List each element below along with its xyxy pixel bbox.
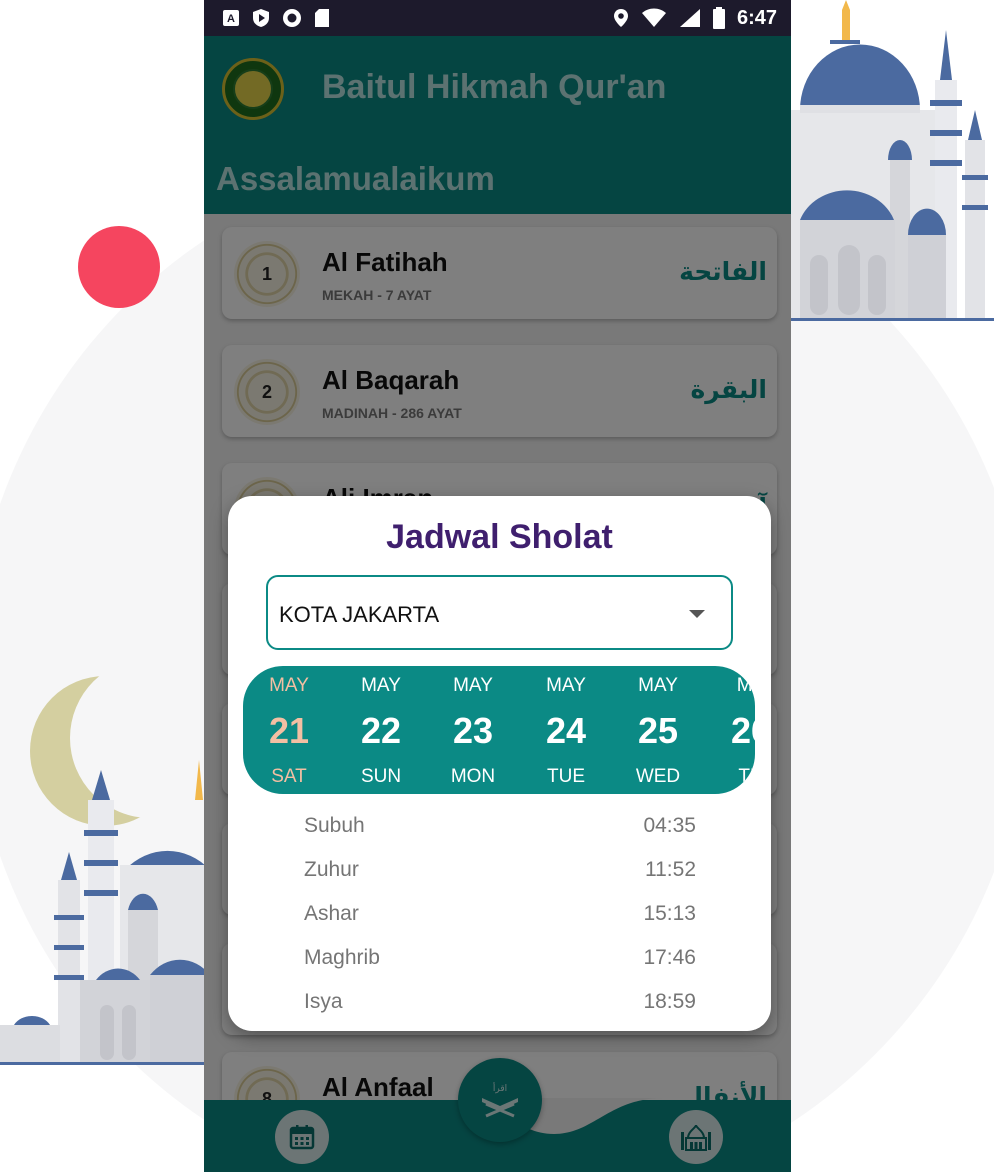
prayer-time: 04:35 <box>643 814 696 837</box>
accessibility-a-icon: A <box>223 10 239 26</box>
record-icon <box>283 9 301 27</box>
date-weekday: SUN <box>360 766 402 787</box>
date-item[interactable]: MAY 25 WED <box>612 666 704 794</box>
svg-text:A: A <box>227 13 235 25</box>
signal-icon <box>679 9 700 27</box>
sd-card-icon <box>315 9 329 27</box>
location-icon <box>613 9 628 27</box>
prayer-name: Ashar <box>304 902 359 925</box>
prayer-row: Subuh 04:35 <box>304 814 696 844</box>
status-bar: A 6:47 <box>204 0 791 36</box>
prayer-row: Zuhur 11:52 <box>304 858 696 888</box>
dropdown-caret-icon <box>689 610 705 618</box>
prayer-name: Maghrib <box>304 946 380 969</box>
date-weekday: MON <box>450 766 496 787</box>
prayer-name: Zuhur <box>304 858 359 881</box>
prayer-row: Maghrib 17:46 <box>304 946 696 976</box>
date-item-selected[interactable]: MAY 21 SAT <box>243 666 335 794</box>
date-month: MAY <box>453 675 493 696</box>
city-selected-value: KOTA JAKARTA <box>279 602 440 627</box>
date-month: MAY <box>361 675 401 696</box>
date-day: 23 <box>452 710 494 751</box>
date-item[interactable]: MAY 24 TUE <box>520 666 612 794</box>
date-day: 25 <box>637 710 679 751</box>
date-month: MAY <box>638 675 678 696</box>
date-month: MA <box>736 675 755 696</box>
prayer-row: Isya 18:59 <box>304 990 696 1020</box>
date-item[interactable]: MAY 22 SUN <box>335 666 427 794</box>
mosque-illustration-top-right <box>780 0 994 321</box>
battery-icon <box>712 7 725 29</box>
dialog-title: Jadwal Sholat <box>386 518 613 556</box>
mosque-illustration-bottom-left <box>0 760 210 1065</box>
decorative-red-dot <box>78 226 160 308</box>
prayer-time: 17:46 <box>643 946 696 969</box>
date-weekday: WED <box>635 766 681 787</box>
date-picker-strip[interactable]: MAY 21 SAT MAY 22 SUN MAY 23 MON MAY 24 … <box>243 666 755 794</box>
date-weekday: TH <box>738 766 755 787</box>
date-item[interactable]: MAY 23 MON <box>427 666 519 794</box>
date-weekday: SAT <box>271 766 307 787</box>
date-day: 24 <box>545 710 587 751</box>
date-day: 21 <box>268 710 310 751</box>
date-day: 22 <box>360 710 402 751</box>
date-weekday: TUE <box>547 766 585 787</box>
status-time: 6:47 <box>736 6 777 29</box>
date-day: 26 <box>730 710 755 751</box>
wifi-icon <box>641 8 666 27</box>
prayer-name: Isya <box>304 990 343 1013</box>
date-item[interactable]: MA 26 TH <box>705 666 755 794</box>
prayer-schedule-dialog: Jadwal Sholat KOTA JAKARTA MAY 21 SAT MA… <box>228 496 771 1031</box>
prayer-name: Subuh <box>304 814 365 837</box>
prayer-time: 15:13 <box>643 902 696 925</box>
prayer-row: Ashar 15:13 <box>304 902 696 932</box>
prayer-time: 11:52 <box>645 858 696 881</box>
date-month: MAY <box>546 675 586 696</box>
date-month: MAY <box>269 675 309 696</box>
play-protect-icon <box>253 9 269 27</box>
prayer-time: 18:59 <box>643 990 696 1013</box>
city-dropdown[interactable]: KOTA JAKARTA <box>266 575 733 650</box>
phone-screen: A 6:47 Jadwal Sholat KOTA JAKARTA MAY 21… <box>204 0 791 1172</box>
